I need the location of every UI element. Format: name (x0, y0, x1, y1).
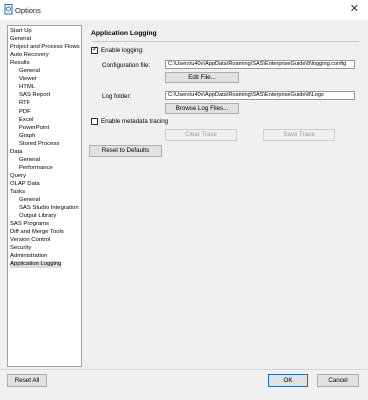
tree-item[interactable]: HTML (19, 84, 35, 91)
tree-item[interactable]: Start Up (10, 28, 32, 35)
browse-log-files-button[interactable]: Browse Log Files... (165, 103, 239, 114)
tree-item[interactable]: General (19, 157, 40, 164)
save-trace-button[interactable]: Save Trace (263, 129, 335, 141)
heading-divider (91, 41, 359, 42)
tree-item[interactable]: Version Control (10, 237, 50, 244)
tree-item[interactable]: Data (10, 149, 22, 156)
reset-all-button[interactable]: Reset All (7, 374, 47, 387)
config-file-field[interactable]: C:\Users\u40v\AppData\Roaming\SAS\Enterp… (165, 60, 355, 69)
metadata-tracing-checkbox[interactable] (91, 118, 98, 125)
tree-item[interactable]: Output Library (19, 213, 56, 220)
tree-item[interactable]: Diff and Merge Tools (10, 229, 64, 236)
title-bar: Options ✕ (0, 0, 368, 20)
tree-item[interactable]: SAS Report (19, 92, 50, 99)
tree-item[interactable]: Viewer (19, 76, 37, 83)
tree-item[interactable]: SAS Studio Integration (19, 205, 79, 212)
tree-item[interactable]: Security (10, 245, 31, 252)
tree-item[interactable]: Results (10, 60, 30, 67)
reset-to-defaults-button[interactable]: Reset to Defaults (89, 145, 162, 157)
tree-item[interactable]: General (19, 68, 40, 75)
enable-logging-label: Enable logging: (101, 47, 144, 54)
edit-file-button[interactable]: Edit File... (165, 72, 239, 83)
tree-item[interactable]: Graph (19, 133, 35, 140)
tree-item[interactable]: Query (10, 173, 26, 180)
enable-logging-checkbox[interactable]: ✓ (91, 46, 98, 54)
tree-item[interactable]: RTF (19, 100, 30, 107)
tree-item[interactable]: General (10, 36, 31, 43)
ok-button[interactable]: OK (268, 374, 308, 387)
config-file-label: Configuration file: (102, 62, 151, 69)
metadata-tracing-label: Enable metadata tracing (101, 118, 169, 125)
settings-panel: Application Logging ✓ Enable logging: Co… (89, 25, 360, 367)
tree-item[interactable]: General (19, 197, 40, 204)
options-tree[interactable]: Start Up General Project and Process Flows… (7, 25, 82, 367)
tree-item[interactable]: Project and Process Flows (10, 44, 80, 51)
tree-item[interactable]: PowerPoint (19, 125, 49, 132)
log-folder-field[interactable]: C:\Users\u40v\AppData\Roaming\SAS\Enterp… (165, 91, 355, 100)
tree-item[interactable]: SAS Programs (10, 221, 49, 228)
check-icon: ✓ (92, 46, 98, 53)
tree-item[interactable]: OLAP Data (10, 181, 40, 188)
tree-item[interactable]: Excel (19, 117, 33, 124)
tree-item[interactable]: PDF (19, 109, 31, 116)
tree-item[interactable]: Tasks (10, 189, 25, 196)
footer-divider (0, 369, 368, 370)
log-folder-label: Log folder: (102, 93, 132, 100)
tree-item[interactable]: Auto Recovery (10, 52, 49, 59)
tree-item[interactable]: Application Logging (10, 261, 62, 269)
window-title: Options (15, 6, 41, 15)
tree-item[interactable]: Stored Process (19, 141, 59, 148)
tree-item[interactable]: Performance (19, 165, 53, 172)
cancel-button[interactable]: Cancel (317, 374, 359, 387)
tree-item[interactable]: Administration (10, 253, 47, 260)
close-icon[interactable]: ✕ (350, 2, 359, 15)
document-icon (4, 4, 13, 15)
panel-heading: Application Logging (91, 30, 157, 37)
clear-trace-button[interactable]: Clear Trace (165, 129, 237, 141)
